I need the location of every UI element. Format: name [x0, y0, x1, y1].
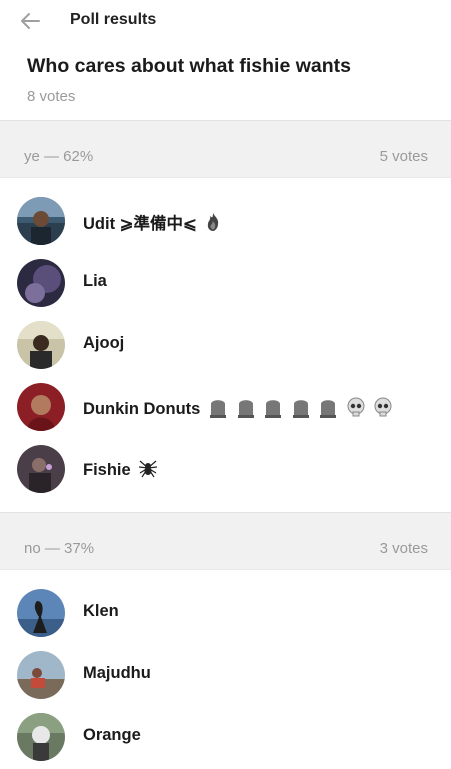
voter-row[interactable]: Dunkin Donuts	[0, 376, 451, 438]
voter-name: Ajooj	[83, 334, 125, 352]
voter-name: Fishie	[83, 458, 158, 483]
voter-name: Udit ⩾準備中⩽	[83, 210, 222, 237]
option-header-yes: ye — 62% 5 votes	[0, 137, 451, 177]
skull-icon	[346, 397, 366, 422]
header-title: Poll results	[70, 11, 157, 28]
voter-row[interactable]: Fishie	[0, 438, 451, 500]
avatar	[17, 589, 65, 637]
avatar	[17, 713, 65, 761]
option-header-no: no — 37% 3 votes	[0, 529, 451, 569]
avatar	[17, 651, 65, 699]
option-vote-count: 3 votes	[379, 540, 428, 557]
fire-icon	[204, 212, 222, 237]
voter-row[interactable]: Orange	[0, 706, 451, 768]
avatar	[17, 321, 65, 369]
arrow-left-icon	[21, 13, 40, 29]
spider-icon	[138, 458, 158, 483]
voter-row[interactable]: Ajooj	[0, 314, 451, 376]
avatar	[17, 383, 65, 431]
voter-name: Klen	[83, 602, 119, 620]
voter-name: Orange	[83, 726, 141, 744]
poll-total-votes: 8 votes	[27, 88, 76, 105]
option-vote-count: 5 votes	[379, 148, 428, 165]
avatar	[17, 445, 65, 493]
avatar	[17, 259, 65, 307]
voter-row[interactable]: Majudhu	[0, 644, 451, 706]
poll-question: Who cares about what fishie wants	[27, 55, 351, 77]
headstone-icon	[236, 396, 256, 423]
voter-name: Dunkin Donuts	[83, 396, 393, 423]
skull-icon	[373, 397, 393, 422]
top-bar: Poll results	[0, 0, 451, 42]
headstone-icon	[291, 396, 311, 423]
option-label: ye — 62%	[24, 148, 94, 165]
headstone-icon	[318, 396, 338, 423]
voter-row[interactable]: Klen	[0, 582, 451, 644]
headstone-icon	[208, 396, 228, 423]
voter-row[interactable]: Udit ⩾準備中⩽	[0, 190, 451, 252]
voter-name: Majudhu	[83, 664, 151, 682]
voter-name: Lia	[83, 272, 107, 290]
option-label: no — 37%	[24, 540, 95, 557]
headstone-icon	[263, 396, 283, 423]
back-button[interactable]	[16, 8, 44, 34]
voter-row[interactable]: Lia	[0, 252, 451, 314]
avatar	[17, 197, 65, 245]
